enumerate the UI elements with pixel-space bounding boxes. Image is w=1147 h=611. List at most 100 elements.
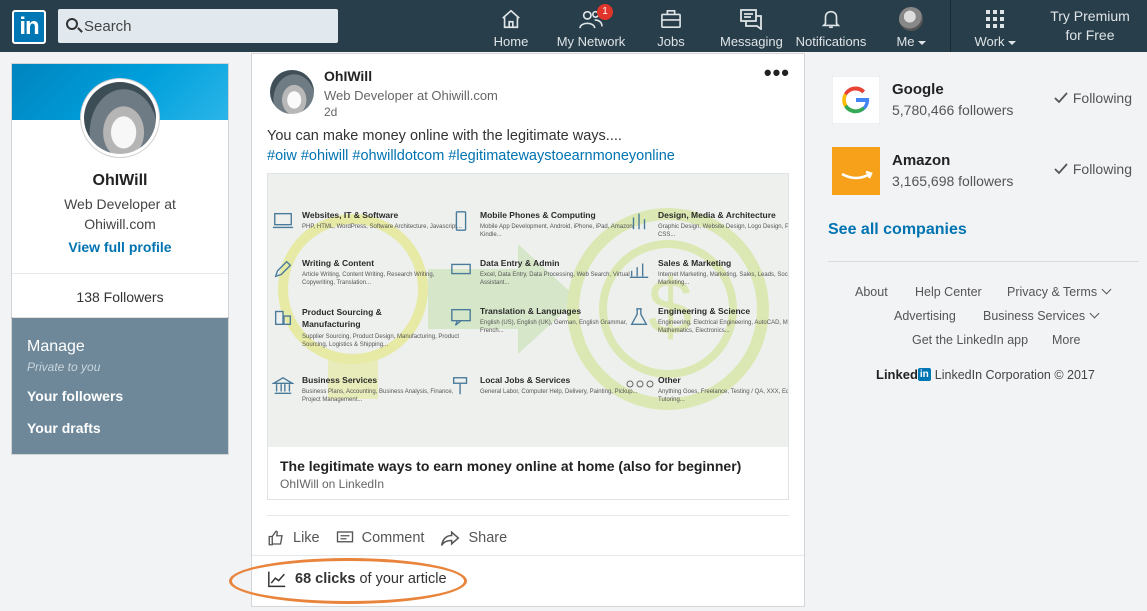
linkedin-logo-small: in	[917, 368, 931, 381]
chevron-down-icon	[1089, 308, 1100, 319]
category-desc: Internet Marketing, Marketing, Sales, Le…	[658, 272, 788, 286]
factory-icon	[274, 310, 292, 326]
share-button[interactable]: Share	[440, 529, 507, 547]
top-navigation: in Home 1 My Network Jobs Messaging Noti…	[0, 0, 1147, 52]
chevron-down-icon	[917, 40, 926, 45]
your-followers-link[interactable]: Your followers	[27, 388, 123, 404]
article-preview[interactable]: $ Websites, IT & Software PHP, HTML, Wor…	[267, 173, 789, 500]
category-title: Product Sourcing & Manufacturing	[302, 307, 382, 329]
footer-about-link[interactable]: About	[855, 285, 888, 299]
category-title: Business Services	[302, 375, 378, 385]
category-title: Data Entry & Admin	[480, 258, 560, 268]
footer-help-center-link[interactable]: Help Center	[915, 285, 982, 299]
post-text: You can make money online with the legit…	[267, 128, 622, 144]
author-headline: Web Developer at Ohiwill.com	[324, 88, 498, 103]
nav-messaging[interactable]: Messaging	[720, 6, 783, 50]
see-all-companies-link[interactable]: See all companies	[828, 221, 967, 239]
chevron-down-icon	[1007, 40, 1016, 45]
manage-panel: Manage Private to you Your followers You…	[12, 318, 228, 454]
profile-name[interactable]: OhIWill	[12, 172, 228, 190]
nav-my-network-label: My Network	[556, 34, 626, 49]
company-name[interactable]: Amazon	[892, 152, 950, 169]
privacy-terms-label: Privacy & Terms	[1007, 285, 1098, 299]
post-time: 2d	[324, 105, 338, 119]
company-followers: 3,165,698 followers	[892, 173, 1014, 189]
footer-privacy-terms-link[interactable]: Privacy & Terms	[1007, 284, 1112, 299]
highlight-annotation	[229, 558, 467, 604]
category-desc: Article Writing, Content Writing, Resear…	[302, 272, 435, 286]
laptop-icon	[272, 212, 294, 229]
like-button[interactable]: Like	[267, 529, 320, 547]
nav-jobs[interactable]: Jobs	[649, 6, 693, 50]
footer-more-link[interactable]: More	[1052, 333, 1080, 347]
following-button[interactable]: Following	[1054, 90, 1132, 106]
following-button[interactable]: Following	[1054, 161, 1132, 177]
grid-icon	[986, 10, 1004, 28]
divider	[828, 261, 1139, 262]
company-followers: 5,780,466 followers	[892, 102, 1014, 118]
nav-me[interactable]: Me	[894, 6, 928, 50]
search-input[interactable]	[58, 9, 338, 43]
footer-advertising-link[interactable]: Advertising	[894, 309, 956, 323]
amazon-logo[interactable]	[832, 147, 880, 195]
view-full-profile-link[interactable]: View full profile	[12, 239, 228, 255]
category-design: Design, Media & Architecture Graphic Des…	[632, 210, 788, 239]
category-other: Other Anything Goes, Freelance, Testing …	[658, 375, 788, 404]
profile-card: OhIWill Web Developer at Ohiwill.com Vie…	[12, 64, 228, 318]
category-desc: Mobile App Development, Android, iPhone,…	[480, 224, 633, 238]
category-local-jobs: Local Jobs & Services General Labor, Com…	[452, 375, 640, 396]
category-title: Design, Media & Architecture	[658, 210, 776, 220]
divider	[252, 555, 804, 556]
category-desc: Excel, Data Entry, Data Processing, Web …	[480, 272, 630, 286]
nav-my-network[interactable]: 1 My Network	[556, 4, 626, 50]
category-title: Local Jobs & Services	[480, 375, 571, 385]
footer-get-app-link[interactable]: Get the LinkedIn app	[912, 333, 1028, 347]
company-amazon: Amazon 3,165,698 followers Following	[832, 147, 1142, 197]
more-options-icon[interactable]: •••	[764, 62, 790, 84]
manage-title: Manage	[27, 338, 85, 355]
comment-button[interactable]: Comment	[336, 530, 424, 546]
category-title: Writing & Content	[302, 258, 375, 268]
category-desc: Graphic Design, Website Design, Logo Des…	[658, 224, 788, 238]
post-actions: Like Comment Share	[267, 526, 523, 550]
me-avatar	[899, 7, 923, 31]
nav-notifications-label: Notifications	[795, 34, 867, 49]
bar-chart-icon	[629, 263, 649, 278]
category-title: Sales & Marketing	[658, 258, 732, 268]
nav-jobs-label: Jobs	[657, 34, 685, 49]
chat-icon	[451, 308, 471, 326]
profile-photo[interactable]	[80, 78, 160, 158]
check-icon	[1054, 92, 1068, 104]
business-services-label: Business Services	[983, 309, 1086, 323]
category-business: Business Services Business Plans, Accoun…	[272, 375, 462, 404]
search-icon	[66, 18, 78, 30]
author-avatar[interactable]	[270, 70, 314, 114]
manage-subtitle: Private to you	[27, 360, 101, 374]
following-label: Following	[1072, 161, 1132, 177]
nav-work[interactable]: Work	[972, 6, 1018, 50]
post-hashtags[interactable]: #oiw #ohiwill #ohwilldotcom #legitimatew…	[267, 148, 675, 164]
following-label: Following	[1072, 90, 1132, 106]
comment-icon	[336, 531, 353, 543]
article-title[interactable]: The legitimate ways to earn money online…	[280, 458, 741, 474]
premium-line-2: for Free	[1065, 27, 1115, 43]
company-name[interactable]: Google	[892, 81, 944, 98]
category-engineering: Engineering & Science Engineering, Elect…	[630, 306, 788, 335]
chevron-down-icon	[1101, 284, 1112, 295]
brush-icon	[452, 377, 468, 395]
linkedin-logo[interactable]: in	[12, 10, 46, 44]
nav-home[interactable]: Home	[488, 6, 534, 50]
category-product-sourcing: Product Sourcing & Manufacturing Supplie…	[274, 306, 462, 349]
try-premium-link[interactable]: Try Premium for Free	[1040, 7, 1140, 45]
footer-business-services-link[interactable]: Business Services	[983, 308, 1100, 323]
pen-icon	[274, 260, 292, 278]
linkedin-wordmark: Linked	[876, 367, 918, 382]
your-drafts-link[interactable]: Your drafts	[27, 420, 101, 436]
author-name[interactable]: OhIWill	[324, 68, 372, 84]
category-desc: Business Plans, Accounting, Business Ana…	[302, 389, 454, 403]
nav-notifications[interactable]: Notifications	[794, 6, 868, 50]
google-logo[interactable]	[832, 76, 880, 124]
category-title: Other	[658, 375, 681, 385]
followers-count[interactable]: 138 Followers	[12, 289, 228, 305]
premium-line-1: Try Premium	[1050, 8, 1130, 24]
